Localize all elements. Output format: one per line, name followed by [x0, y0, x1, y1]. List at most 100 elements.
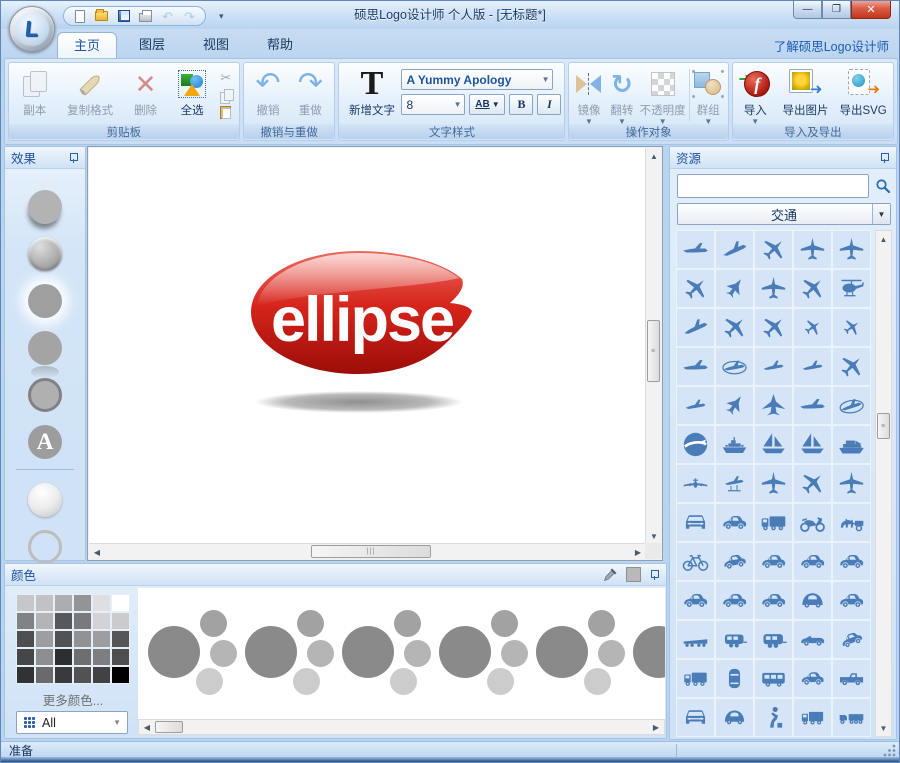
font-family-select[interactable]: A Yummy Apology ▼ [401, 69, 553, 90]
scroll-up-arrow[interactable]: ▲ [876, 231, 891, 247]
save-icon[interactable] [116, 9, 131, 24]
resource-cell[interactable] [676, 659, 715, 698]
resource-cell[interactable] [715, 581, 754, 620]
palette-color[interactable] [111, 630, 130, 648]
resource-cell[interactable] [832, 581, 871, 620]
logo-artwork[interactable]: ellipse [229, 240, 569, 510]
palette-color[interactable] [73, 648, 92, 666]
app-menu-button[interactable]: L [9, 6, 55, 52]
resource-cell[interactable] [793, 698, 832, 737]
cut-icon[interactable]: ✂ [218, 71, 234, 85]
effect-item-reflection[interactable] [10, 324, 80, 371]
effect-item-letter-a[interactable]: A [10, 418, 80, 465]
new-file-icon[interactable] [72, 9, 87, 24]
palette-color[interactable] [92, 594, 111, 612]
swatch-scrollbar[interactable]: ◀ ▶ [138, 719, 665, 735]
font-size-select[interactable]: 8 ▼ [401, 94, 465, 115]
resource-cell[interactable] [676, 464, 715, 503]
effect-item-bevel[interactable] [10, 230, 80, 277]
palette-color[interactable] [54, 612, 73, 630]
resource-search-input[interactable] [677, 174, 869, 198]
resource-cell[interactable] [715, 542, 754, 581]
palette-color[interactable] [111, 666, 130, 684]
scroll-right-arrow[interactable]: ▶ [648, 720, 664, 734]
resource-cell[interactable] [754, 698, 793, 737]
resource-cell[interactable] [676, 230, 715, 269]
tab-home[interactable]: 主页 [57, 32, 117, 58]
palette-color[interactable] [92, 630, 111, 648]
resource-cell[interactable] [715, 659, 754, 698]
redo-icon[interactable]: ↷ [182, 9, 197, 24]
palette-color[interactable] [35, 612, 54, 630]
palette-color[interactable] [73, 612, 92, 630]
resource-cell[interactable] [832, 347, 871, 386]
pattern-swatch[interactable] [429, 588, 526, 719]
resource-cell[interactable] [754, 659, 793, 698]
resource-cell[interactable] [793, 581, 832, 620]
close-button[interactable]: ✕ [851, 1, 891, 19]
scroll-left-arrow[interactable]: ◀ [89, 544, 105, 560]
resource-cell[interactable] [676, 347, 715, 386]
resource-cell[interactable] [676, 308, 715, 347]
resource-cell[interactable] [676, 269, 715, 308]
tab-help[interactable]: 帮助 [251, 32, 309, 58]
resource-cell[interactable] [754, 620, 793, 659]
tab-layers[interactable]: 图层 [123, 32, 181, 58]
effect-item-glow[interactable] [10, 277, 80, 324]
resource-cell[interactable] [832, 620, 871, 659]
resource-cell[interactable] [793, 542, 832, 581]
palette-color[interactable] [54, 666, 73, 684]
resource-cell[interactable] [715, 386, 754, 425]
opacity-button[interactable]: 不透明度 ▼ [638, 65, 687, 125]
resource-cell[interactable] [754, 347, 793, 386]
pin-icon[interactable] [879, 152, 890, 163]
resource-cell[interactable] [793, 464, 832, 503]
palette-color[interactable] [73, 630, 92, 648]
resource-cell[interactable] [676, 620, 715, 659]
palette-color[interactable] [16, 630, 35, 648]
resource-cell[interactable] [754, 503, 793, 542]
resource-cell[interactable] [832, 269, 871, 308]
pattern-swatch[interactable] [138, 588, 235, 719]
resource-cell[interactable] [715, 230, 754, 269]
resource-cell[interactable] [793, 620, 832, 659]
resource-cell[interactable] [715, 347, 754, 386]
palette-color[interactable] [73, 666, 92, 684]
copy-icon[interactable] [218, 88, 234, 102]
resource-cell[interactable] [715, 425, 754, 464]
canvas-hscrollbar[interactable]: ◀ ||| ▶ [89, 543, 646, 559]
palette-color[interactable] [35, 648, 54, 666]
palette-color[interactable] [111, 648, 130, 666]
resource-cell[interactable] [832, 308, 871, 347]
resource-cell[interactable] [832, 698, 871, 737]
palette-color[interactable] [92, 648, 111, 666]
resources-scrollbar[interactable]: ▲ ≡ ▼ [875, 230, 892, 737]
resource-cell[interactable] [793, 230, 832, 269]
undo-button[interactable]: ↶ 撤销 [247, 65, 289, 125]
palette-color[interactable] [111, 594, 130, 612]
resource-cell[interactable] [715, 308, 754, 347]
redo-button[interactable]: ↷ 重做 [289, 65, 331, 125]
scroll-down-arrow[interactable]: ▼ [646, 528, 662, 544]
learn-more-link[interactable]: 了解硕思Logo设计师 [774, 36, 889, 55]
palette-color[interactable] [73, 594, 92, 612]
paste-icon[interactable] [218, 105, 234, 119]
palette-color[interactable] [92, 666, 111, 684]
resource-cell[interactable] [754, 581, 793, 620]
swatch-filter-select[interactable]: All ▼ [16, 711, 128, 734]
palette-color[interactable] [35, 630, 54, 648]
resource-cell[interactable] [715, 503, 754, 542]
restore-button[interactable]: ❐ [822, 1, 851, 19]
palette-color[interactable] [35, 666, 54, 684]
resource-category-select[interactable]: 交通 ▼ [677, 203, 891, 225]
effect-item-outline[interactable] [10, 371, 80, 418]
resize-grip[interactable] [883, 744, 896, 757]
resource-cell[interactable] [793, 659, 832, 698]
current-color-swatch[interactable] [626, 567, 641, 582]
format-painter-button[interactable]: 复制格式 [58, 65, 123, 125]
effect-item-shadow[interactable] [10, 183, 80, 230]
palette-color[interactable] [54, 630, 73, 648]
qat-customize-arrow[interactable]: ▾ [219, 11, 224, 22]
pattern-swatch[interactable] [235, 588, 332, 719]
print-icon[interactable] [138, 9, 153, 24]
